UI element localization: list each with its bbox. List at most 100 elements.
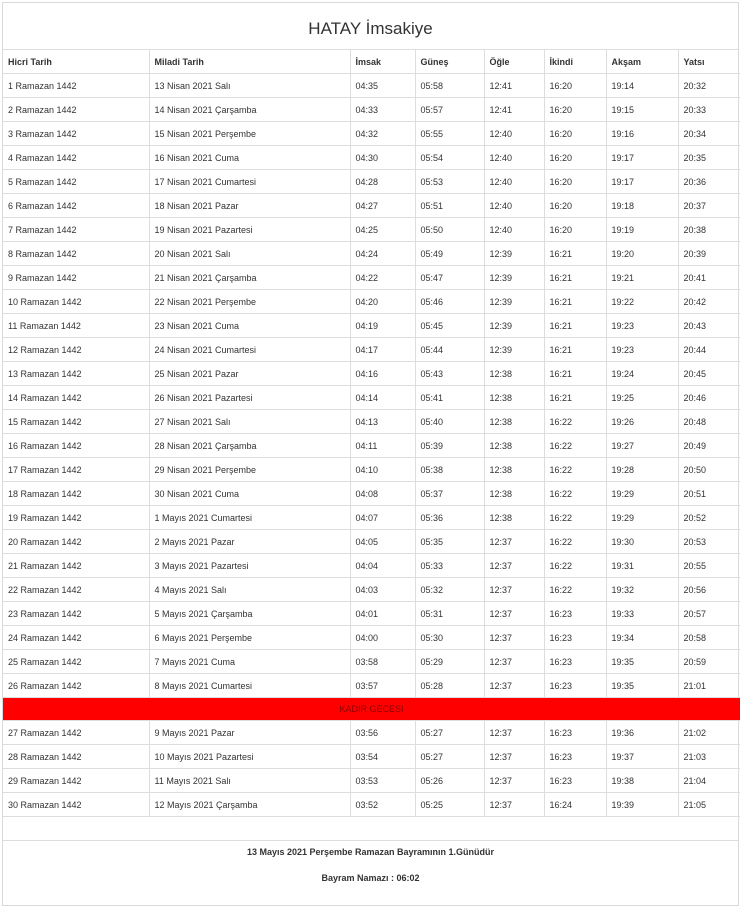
cell-aksam: 19:20 <box>605 241 679 266</box>
cell-gunes: 05:41 <box>414 385 485 410</box>
cell-ikindi: 16:22 <box>543 529 607 554</box>
cell-hicri: 13 Ramazan 1442 <box>3 361 150 386</box>
cell-hicri: 22 Ramazan 1442 <box>3 577 150 602</box>
cell-hicri: 1 Ramazan 1442 <box>3 73 150 98</box>
cell-ogle: 12:37 <box>483 792 545 817</box>
table-row: 4 Ramazan 1442 16 Nisan 2021 Cuma 04:30 05:… <box>3 145 740 170</box>
cell-ogle: 12:41 <box>483 73 545 98</box>
table-row: 14 Ramazan 1442 26 Nisan 2021 Pazartesi 04… <box>3 385 740 410</box>
cell-ogle: 12:37 <box>483 553 545 578</box>
table-row: 10 Ramazan 1442 22 Nisan 2021 Perşembe 04:… <box>3 289 740 314</box>
cell-ikindi: 16:23 <box>543 720 607 745</box>
cell-miladi: 27 Nisan 2021 Salı <box>148 409 351 434</box>
bayram-namaz-text: Bayram Namazı : 06:02 <box>321 873 420 883</box>
bayram-text: 13 Mayıs 2021 Perşembe Ramazan Bayramını… <box>246 847 495 857</box>
cell-gunes: 05:45 <box>414 313 485 338</box>
cell-gunes: 05:57 <box>414 97 485 122</box>
cell-imsak: 04:32 <box>349 121 416 146</box>
cell-aksam: 19:15 <box>605 97 679 122</box>
cell-ikindi: 16:22 <box>543 505 607 530</box>
cell-miladi: 24 Nisan 2021 Cumartesi <box>148 337 351 362</box>
cell-aksam: 19:23 <box>605 337 679 362</box>
cell-aksam: 19:17 <box>605 145 679 170</box>
cell-ikindi: 16:20 <box>543 121 607 146</box>
cell-yatsi: 21:05 <box>677 792 740 817</box>
cell-ogle: 12:39 <box>483 337 545 362</box>
cell-yatsi: 21:02 <box>677 720 740 745</box>
cell-gunes: 05:47 <box>414 265 485 290</box>
cell-gunes: 05:32 <box>414 577 485 602</box>
cell-imsak: 04:25 <box>349 217 416 242</box>
cell-imsak: 04:33 <box>349 97 416 122</box>
cell-hicri: 9 Ramazan 1442 <box>3 265 150 290</box>
cell-yatsi: 20:45 <box>677 361 740 386</box>
cell-aksam: 19:22 <box>605 289 679 314</box>
cell-hicri: 11 Ramazan 1442 <box>3 313 150 338</box>
cell-ikindi: 16:20 <box>543 145 607 170</box>
table-row: 27 Ramazan 1442 9 Mayıs 2021 Pazar 03:56 05… <box>3 720 740 745</box>
cell-yatsi: 21:03 <box>677 744 740 769</box>
cell-ogle: 12:38 <box>483 505 545 530</box>
cell-ikindi: 16:21 <box>543 265 607 290</box>
cell-imsak: 04:13 <box>349 409 416 434</box>
header-row: Hicri Tarih Miladi Tarih İmsak Güneş Öğl… <box>3 50 740 74</box>
cell-ogle: 12:37 <box>483 625 545 650</box>
cell-aksam: 19:39 <box>605 792 679 817</box>
cell-miladi: 9 Mayıs 2021 Pazar <box>148 720 351 745</box>
kadir-gecesi-row: KADIR GECESI <box>3 697 740 721</box>
cell-yatsi: 20:35 <box>677 145 740 170</box>
cell-aksam: 19:33 <box>605 601 679 626</box>
cell-hicri: 8 Ramazan 1442 <box>3 241 150 266</box>
cell-aksam: 19:16 <box>605 121 679 146</box>
cell-ogle: 12:37 <box>483 720 545 745</box>
table-row: 16 Ramazan 1442 28 Nisan 2021 Çarşamba 04:… <box>3 433 740 458</box>
cell-yatsi: 20:44 <box>677 337 740 362</box>
cell-aksam: 19:21 <box>605 265 679 290</box>
cell-miladi: 11 Mayıs 2021 Salı <box>148 768 351 793</box>
cell-ikindi: 16:21 <box>543 361 607 386</box>
cell-aksam: 19:29 <box>605 481 679 506</box>
cell-gunes: 05:33 <box>414 553 485 578</box>
cell-aksam: 19:14 <box>605 73 679 98</box>
cell-imsak: 04:05 <box>349 529 416 554</box>
table-row: 13 Ramazan 1442 25 Nisan 2021 Pazar 04:16 0… <box>3 361 740 386</box>
cell-miladi: 29 Nisan 2021 Perşembe <box>148 457 351 482</box>
cell-imsak: 04:19 <box>349 313 416 338</box>
cell-ogle: 12:38 <box>483 385 545 410</box>
table-row: 11 Ramazan 1442 23 Nisan 2021 Cuma 04:19 05… <box>3 313 740 338</box>
cell-imsak: 04:14 <box>349 385 416 410</box>
cell-hicri: 25 Ramazan 1442 <box>3 649 150 674</box>
cell-yatsi: 20:55 <box>677 553 740 578</box>
cell-gunes: 05:54 <box>414 145 485 170</box>
cell-miladi: 13 Nisan 2021 Salı <box>148 73 351 98</box>
cell-hicri: 10 Ramazan 1442 <box>3 289 150 314</box>
cell-gunes: 05:46 <box>414 289 485 314</box>
cell-yatsi: 20:49 <box>677 433 740 458</box>
cell-gunes: 05:35 <box>414 529 485 554</box>
cell-imsak: 04:03 <box>349 577 416 602</box>
cell-aksam: 19:27 <box>605 433 679 458</box>
cell-gunes: 05:27 <box>414 744 485 769</box>
table-row: 29 Ramazan 1442 11 Mayıs 2021 Salı 03:53 05… <box>3 768 740 793</box>
cell-hicri: 6 Ramazan 1442 <box>3 193 150 218</box>
table-row: 22 Ramazan 1442 4 Mayıs 2021 Salı 04:03 05:… <box>3 577 740 602</box>
cell-aksam: 19:32 <box>605 577 679 602</box>
cell-miladi: 12 Mayıs 2021 Çarşamba <box>148 792 351 817</box>
cell-aksam: 19:34 <box>605 625 679 650</box>
cell-hicri: 15 Ramazan 1442 <box>3 409 150 434</box>
cell-gunes: 05:31 <box>414 601 485 626</box>
cell-gunes: 05:58 <box>414 73 485 98</box>
table-row: 20 Ramazan 1442 2 Mayıs 2021 Pazar 04:05 05… <box>3 529 740 554</box>
cell-imsak: 04:08 <box>349 481 416 506</box>
cell-aksam: 19:17 <box>605 169 679 194</box>
cell-imsak: 04:16 <box>349 361 416 386</box>
cell-yatsi: 20:43 <box>677 313 740 338</box>
cell-hicri: 29 Ramazan 1442 <box>3 768 150 793</box>
cell-imsak: 04:10 <box>349 457 416 482</box>
cell-yatsi: 20:50 <box>677 457 740 482</box>
cell-aksam: 19:30 <box>605 529 679 554</box>
cell-yatsi: 20:48 <box>677 409 740 434</box>
cell-ikindi: 16:21 <box>543 337 607 362</box>
cell-miladi: 21 Nisan 2021 Çarşamba <box>148 265 351 290</box>
cell-gunes: 05:26 <box>414 768 485 793</box>
